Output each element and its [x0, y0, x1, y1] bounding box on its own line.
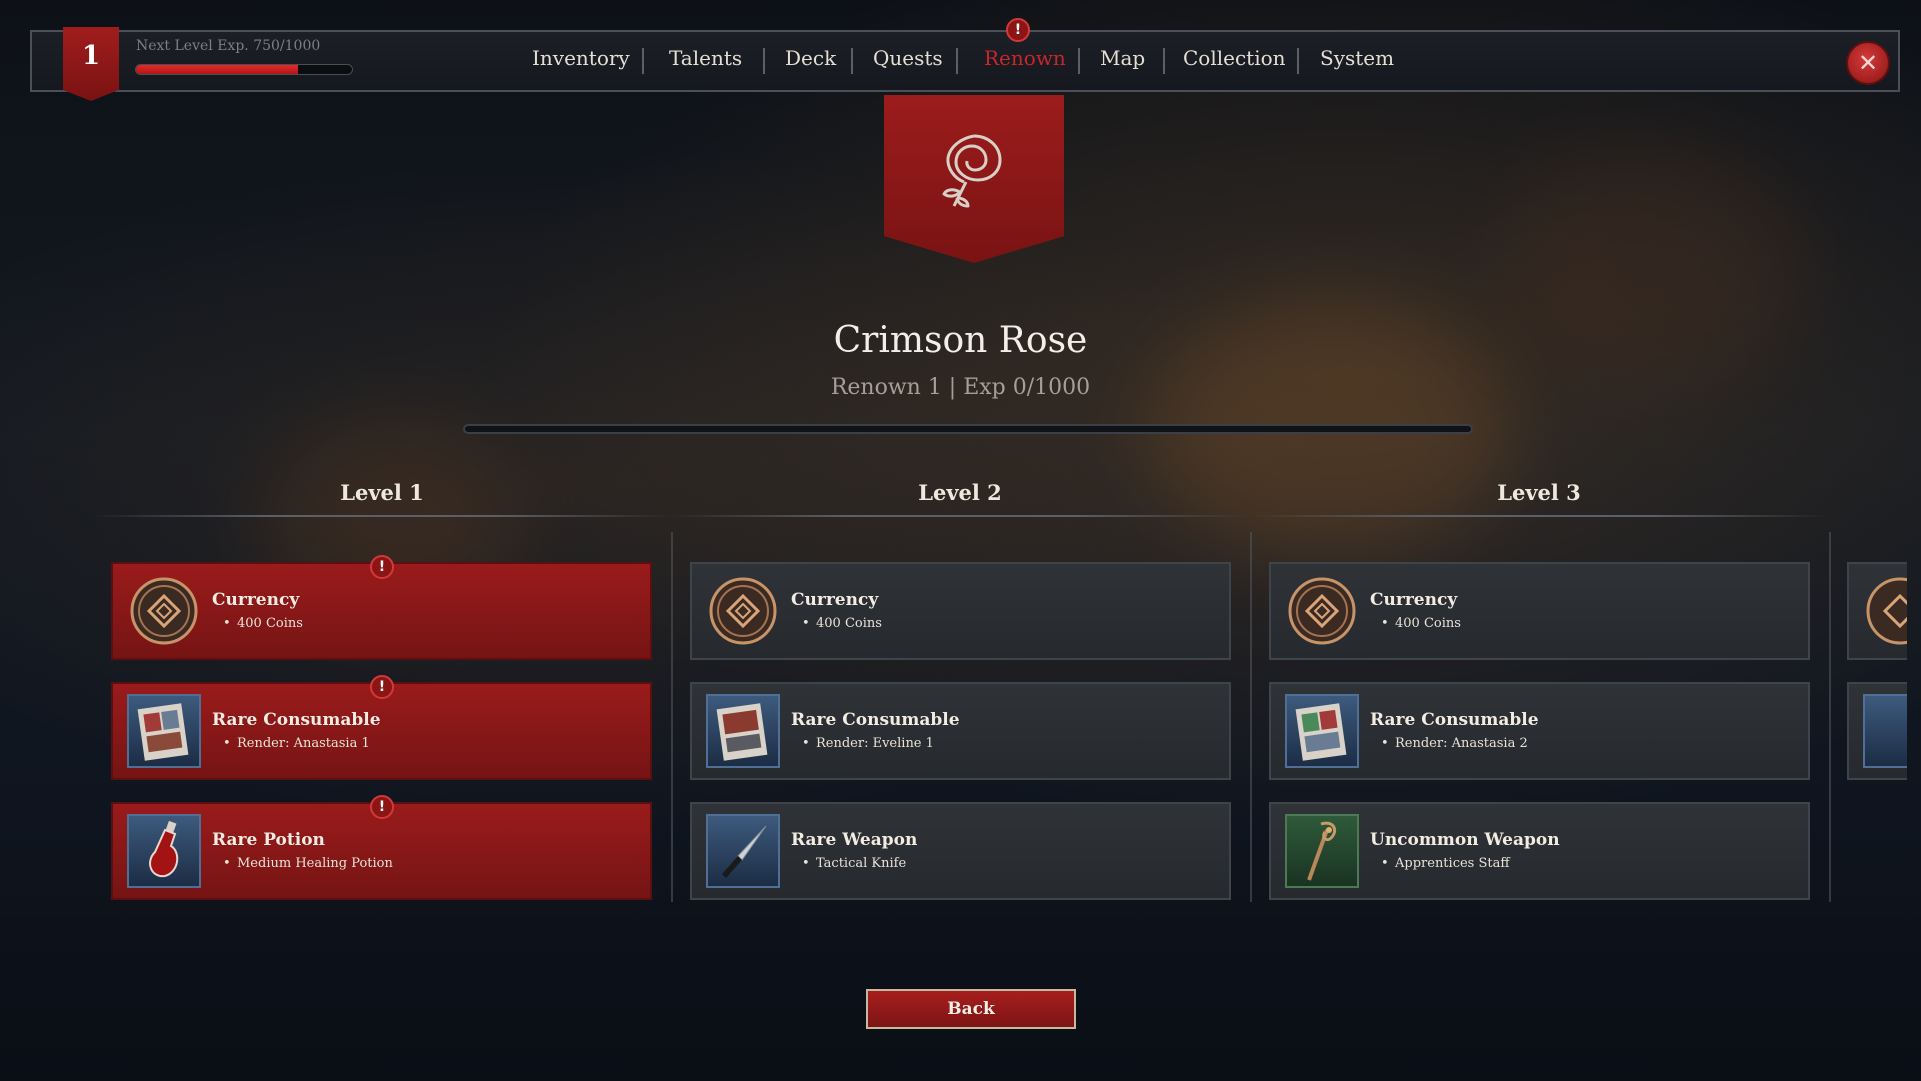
nav-separator — [1078, 48, 1080, 74]
reward-category: Rare Consumable — [791, 710, 960, 730]
level-divider — [1249, 515, 1829, 517]
coin-icon — [1285, 574, 1359, 648]
next-level-reward-peek[interactable] — [1847, 682, 1907, 780]
coin-icon — [127, 574, 201, 648]
faction-title: Crimson Rose — [833, 320, 1088, 361]
potion-icon — [127, 814, 201, 888]
reward-card[interactable]: Currency 400 Coins — [1269, 562, 1810, 660]
nav-system[interactable]: System — [1320, 46, 1394, 70]
reward-item: Render: Anastasia 2 — [1381, 736, 1528, 751]
staff-icon — [1285, 814, 1359, 888]
nav-separator — [642, 48, 644, 74]
reward-alert-icon: ! — [370, 795, 394, 819]
nav-map[interactable]: Map — [1100, 46, 1145, 70]
level-column: Level 3 — [1249, 480, 1829, 517]
render-card-icon — [1285, 694, 1359, 768]
reward-item: 400 Coins — [802, 616, 882, 631]
render-card-icon — [127, 694, 201, 768]
next-level-reward-peek[interactable] — [1847, 562, 1907, 660]
level-divider — [670, 515, 1250, 517]
reward-category: Uncommon Weapon — [1370, 830, 1560, 850]
coin-icon — [1866, 577, 1907, 645]
level-title: Level 2 — [918, 480, 1002, 505]
reward-item: Tactical Knife — [802, 856, 906, 871]
reward-card[interactable]: Uncommon Weapon Apprentices Staff — [1269, 802, 1810, 900]
nav-separator — [763, 48, 765, 74]
nav-renown[interactable]: Renown — [984, 46, 1066, 70]
level-column: Level 1 — [92, 480, 672, 517]
nav-separator — [1297, 48, 1299, 74]
render-card-icon — [1863, 694, 1907, 768]
level-title: Level 3 — [1497, 480, 1581, 505]
reward-alert-icon: ! — [370, 675, 394, 699]
nav-separator — [956, 48, 958, 74]
column-divider — [1250, 532, 1252, 902]
coin-icon — [706, 574, 780, 648]
reward-item: 400 Coins — [223, 616, 303, 631]
reward-category: Rare Potion — [212, 830, 325, 850]
renown-alert-icon: ! — [1006, 18, 1030, 42]
nav-inventory[interactable]: Inventory — [532, 46, 630, 70]
main-nav: Inventory Talents Deck Quests Renown Map… — [0, 46, 1921, 76]
reward-card[interactable]: Rare Weapon Tactical Knife — [690, 802, 1231, 900]
faction-banner — [884, 95, 1064, 263]
close-icon: ✕ — [1857, 49, 1879, 77]
level-column: Level 2 — [670, 480, 1250, 517]
reward-card[interactable]: Rare Consumable Render: Anastasia 2 — [1269, 682, 1810, 780]
reward-card[interactable]: Currency 400 Coins — [690, 562, 1231, 660]
reward-item: 400 Coins — [1381, 616, 1461, 631]
reward-item: Render: Anastasia 1 — [223, 736, 370, 751]
reward-category: Currency — [1370, 590, 1458, 610]
reward-category: Rare Weapon — [791, 830, 918, 850]
reward-item: Render: Eveline 1 — [802, 736, 934, 751]
column-divider — [671, 532, 673, 902]
reward-item: Medium Healing Potion — [223, 856, 393, 871]
nav-separator — [1163, 48, 1165, 74]
nav-collection[interactable]: Collection — [1183, 46, 1286, 70]
reward-category: Currency — [791, 590, 879, 610]
reward-category: Rare Consumable — [212, 710, 381, 730]
knife-icon — [706, 814, 780, 888]
reward-category: Currency — [212, 590, 300, 610]
nav-deck[interactable]: Deck — [785, 46, 836, 70]
close-button[interactable]: ✕ — [1846, 41, 1890, 85]
column-divider — [1829, 532, 1831, 902]
level-title: Level 1 — [340, 480, 424, 505]
nav-separator — [851, 48, 853, 74]
render-card-icon — [706, 694, 780, 768]
level-divider — [92, 515, 672, 517]
rose-emblem-icon — [942, 134, 1002, 208]
nav-quests[interactable]: Quests — [873, 46, 943, 70]
reward-item: Apprentices Staff — [1381, 856, 1510, 871]
reward-category: Rare Consumable — [1370, 710, 1539, 730]
nav-talents[interactable]: Talents — [669, 46, 742, 70]
renown-progress-bar — [463, 424, 1473, 434]
faction-subtitle: Renown 1 | Exp 0/1000 — [830, 375, 1091, 400]
back-button[interactable]: Back — [866, 989, 1076, 1029]
reward-alert-icon: ! — [370, 555, 394, 579]
reward-card[interactable]: Rare Consumable Render: Eveline 1 — [690, 682, 1231, 780]
